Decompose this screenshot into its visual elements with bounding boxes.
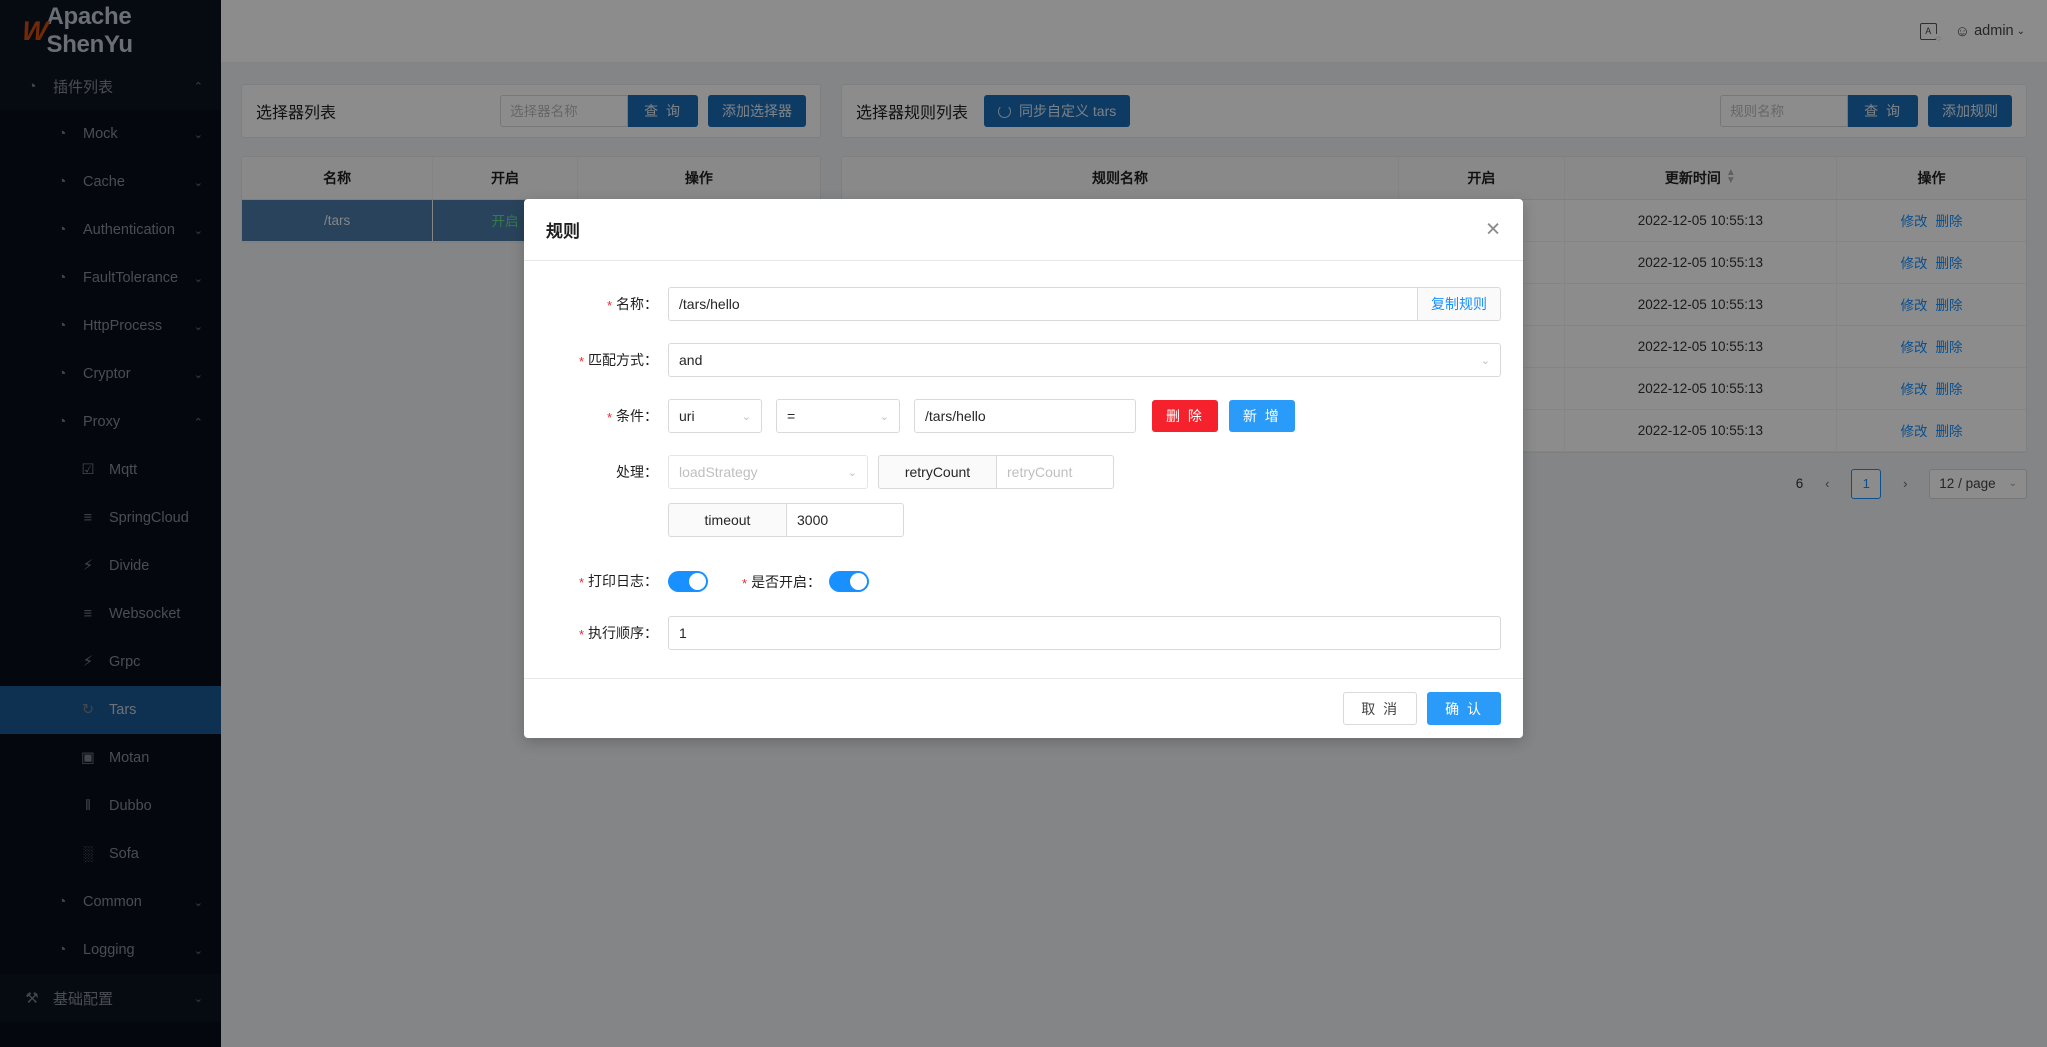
- chevron-down-icon: ⌄: [742, 410, 751, 423]
- condition-value-input[interactable]: [914, 399, 1136, 433]
- app-root: W Apache ShenYu ◔插件列表⌃◔Mock⌄◔Cache⌄◔Auth…: [0, 0, 2047, 1047]
- confirm-button[interactable]: 确 认: [1427, 692, 1501, 725]
- timeout-label: timeout: [668, 503, 786, 537]
- chevron-down-icon: ⌄: [848, 466, 857, 479]
- add-condition-button[interactable]: 新 增: [1229, 400, 1295, 432]
- log-switch-label: 打印日志：: [546, 571, 668, 592]
- close-icon[interactable]: ✕: [1485, 220, 1501, 239]
- toggle-knob: [850, 573, 867, 590]
- match-mode-select[interactable]: and ⌄: [668, 343, 1501, 377]
- field-row-name: 名称： 复制规则: [546, 287, 1501, 321]
- chevron-down-icon: ⌄: [880, 410, 889, 423]
- condition-key-value: uri: [679, 408, 695, 424]
- name-control: 复制规则: [668, 287, 1501, 321]
- enable-toggle[interactable]: [829, 571, 869, 592]
- modal-header: 规则 ✕: [524, 199, 1523, 261]
- modal-title: 规则: [546, 217, 580, 242]
- switches-control: 是否开启：: [668, 571, 1501, 592]
- rule-modal: 规则 ✕ 名称： 复制规则 匹配方式： and ⌄: [524, 199, 1523, 738]
- field-row-order: 执行顺序：: [546, 616, 1501, 650]
- modal-footer: 取 消 确 认: [524, 678, 1523, 738]
- enable-switch-label: 是否开启：: [742, 572, 821, 592]
- field-row-handle-timeout: timeout: [668, 503, 1501, 537]
- field-row-match: 匹配方式： and ⌄: [546, 343, 1501, 377]
- modal-body: 名称： 复制规则 匹配方式： and ⌄ 条件：: [524, 261, 1523, 678]
- chevron-down-icon: ⌄: [1481, 354, 1490, 367]
- condition-label: 条件：: [546, 399, 668, 433]
- condition-key-select[interactable]: uri ⌄: [668, 399, 762, 433]
- match-mode-value: and: [679, 352, 702, 368]
- retry-count-label: retryCount: [878, 455, 996, 489]
- cancel-button[interactable]: 取 消: [1343, 692, 1417, 725]
- load-strategy-placeholder: loadStrategy: [679, 464, 758, 480]
- execution-order-input[interactable]: [668, 616, 1501, 650]
- toggle-knob: [689, 573, 706, 590]
- field-row-condition: 条件： uri ⌄ = ⌄ 删 除 新 增: [546, 399, 1501, 433]
- name-label: 名称：: [546, 287, 668, 321]
- order-label: 执行顺序：: [546, 616, 668, 650]
- timeout-input[interactable]: [786, 503, 904, 537]
- match-mode-control: and ⌄: [668, 343, 1501, 377]
- retry-count-group: retryCount: [878, 455, 1114, 489]
- handle-label: 处理：: [546, 455, 668, 489]
- rule-name-input[interactable]: [668, 287, 1418, 321]
- field-row-handle: 处理： loadStrategy ⌄ retryCount: [546, 455, 1501, 489]
- condition-control: uri ⌄ = ⌄ 删 除 新 增: [668, 399, 1501, 433]
- field-row-switches: 打印日志： 是否开启：: [546, 571, 1501, 592]
- copy-rule-button[interactable]: 复制规则: [1418, 287, 1501, 321]
- condition-operator-select[interactable]: = ⌄: [776, 399, 900, 433]
- timeout-group: timeout: [668, 503, 904, 537]
- print-log-toggle[interactable]: [668, 571, 708, 592]
- timeout-control: timeout: [668, 503, 1501, 537]
- condition-operator-value: =: [787, 408, 795, 424]
- delete-condition-button[interactable]: 删 除: [1152, 400, 1218, 432]
- load-strategy-select[interactable]: loadStrategy ⌄: [668, 455, 868, 489]
- order-control: [668, 616, 1501, 650]
- handle-control: loadStrategy ⌄ retryCount: [668, 455, 1501, 489]
- retry-count-input[interactable]: [996, 455, 1114, 489]
- match-mode-label: 匹配方式：: [546, 343, 668, 377]
